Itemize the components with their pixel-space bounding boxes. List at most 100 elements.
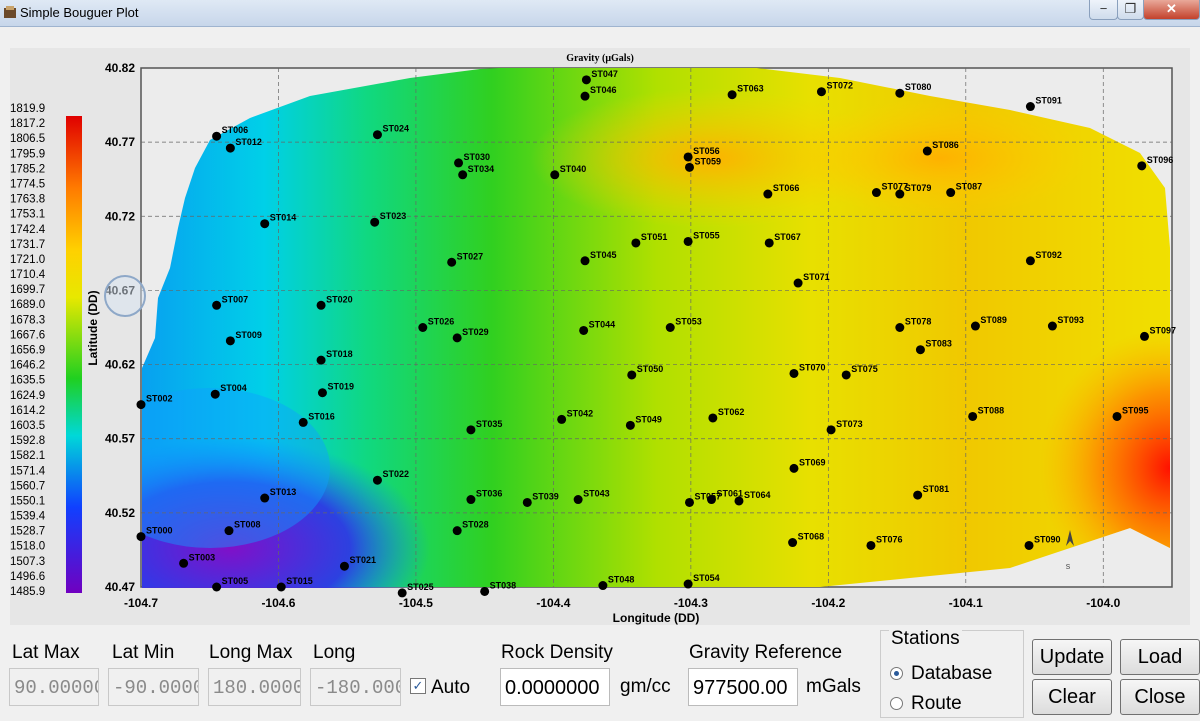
station-marker[interactable] bbox=[557, 414, 567, 424]
app-icon bbox=[4, 6, 16, 18]
station-marker[interactable] bbox=[210, 389, 220, 399]
maximize-button[interactable]: ❐ bbox=[1117, 0, 1144, 20]
station-label: ST095 bbox=[1122, 405, 1149, 415]
gravity-reference-field[interactable]: 977500.00 bbox=[688, 668, 798, 706]
station-marker[interactable] bbox=[454, 158, 464, 168]
station-marker[interactable] bbox=[466, 495, 476, 505]
route-radio[interactable] bbox=[890, 697, 903, 710]
update-button[interactable]: Update bbox=[1032, 639, 1112, 675]
station-marker[interactable] bbox=[276, 582, 286, 592]
station-marker[interactable] bbox=[598, 581, 608, 591]
station-marker[interactable] bbox=[683, 152, 693, 162]
lat-min-field[interactable]: -90.0000 bbox=[108, 668, 199, 706]
station-marker[interactable] bbox=[895, 189, 905, 199]
station-marker[interactable] bbox=[225, 143, 235, 153]
station-marker[interactable] bbox=[683, 579, 693, 589]
station-marker[interactable] bbox=[968, 411, 978, 421]
station-marker[interactable] bbox=[339, 561, 349, 571]
station-marker[interactable] bbox=[683, 236, 693, 246]
station-marker[interactable] bbox=[225, 336, 235, 346]
long-min-field[interactable]: -180.000 bbox=[310, 668, 401, 706]
station-marker[interactable] bbox=[1137, 161, 1147, 171]
long-max-field[interactable]: 180.0000 bbox=[208, 668, 301, 706]
station-marker[interactable] bbox=[372, 475, 382, 485]
station-marker[interactable] bbox=[316, 355, 326, 365]
colorbar-label: 1560.7 bbox=[10, 480, 45, 492]
station-marker[interactable] bbox=[1140, 331, 1150, 341]
station-marker[interactable] bbox=[212, 582, 222, 592]
station-marker[interactable] bbox=[841, 370, 851, 380]
close-button[interactable]: Close bbox=[1120, 679, 1200, 715]
station-marker[interactable] bbox=[789, 368, 799, 378]
station-marker[interactable] bbox=[763, 189, 773, 199]
lat-max-field[interactable]: 90.000000 bbox=[9, 668, 99, 706]
station-marker[interactable] bbox=[913, 490, 923, 500]
station-marker[interactable] bbox=[372, 130, 382, 140]
station-marker[interactable] bbox=[224, 526, 234, 536]
station-marker[interactable] bbox=[631, 238, 641, 248]
station-marker[interactable] bbox=[871, 188, 881, 198]
station-marker[interactable] bbox=[706, 495, 716, 505]
station-marker[interactable] bbox=[179, 558, 189, 568]
station-marker[interactable] bbox=[212, 131, 222, 141]
station-marker[interactable] bbox=[970, 321, 980, 331]
rock-density-field[interactable]: 0.0000000 bbox=[500, 668, 610, 706]
station-marker[interactable] bbox=[866, 540, 876, 550]
station-marker[interactable] bbox=[480, 586, 490, 596]
station-marker[interactable] bbox=[580, 91, 590, 101]
station-marker[interactable] bbox=[136, 400, 146, 410]
station-marker[interactable] bbox=[298, 417, 308, 427]
station-marker[interactable] bbox=[788, 538, 798, 548]
close-window-button[interactable]: ✕ bbox=[1143, 0, 1200, 20]
station-marker[interactable] bbox=[317, 388, 327, 398]
station-marker[interactable] bbox=[946, 188, 956, 198]
clear-button[interactable]: Clear bbox=[1032, 679, 1112, 715]
station-marker[interactable] bbox=[627, 370, 637, 380]
station-marker[interactable] bbox=[708, 413, 718, 423]
station-marker[interactable] bbox=[734, 496, 744, 506]
station-marker[interactable] bbox=[764, 238, 774, 248]
station-marker[interactable] bbox=[452, 526, 462, 536]
station-marker[interactable] bbox=[684, 497, 694, 507]
station-marker[interactable] bbox=[550, 170, 560, 180]
station-marker[interactable] bbox=[1047, 321, 1057, 331]
station-marker[interactable] bbox=[580, 256, 590, 266]
station-marker[interactable] bbox=[1024, 540, 1034, 550]
station-marker[interactable] bbox=[212, 300, 222, 310]
station-marker[interactable] bbox=[826, 425, 836, 435]
station-marker[interactable] bbox=[581, 75, 591, 85]
database-radio[interactable] bbox=[890, 667, 903, 680]
station-marker[interactable] bbox=[260, 493, 270, 503]
station-marker[interactable] bbox=[1112, 411, 1122, 421]
station-marker[interactable] bbox=[1025, 256, 1035, 266]
station-marker[interactable] bbox=[922, 146, 932, 156]
station-marker[interactable] bbox=[522, 497, 532, 507]
station-marker[interactable] bbox=[458, 170, 468, 180]
station-marker[interactable] bbox=[895, 323, 905, 332]
station-marker[interactable] bbox=[793, 278, 803, 288]
station-marker[interactable] bbox=[573, 495, 583, 505]
station-marker[interactable] bbox=[452, 333, 462, 343]
station-marker[interactable] bbox=[136, 532, 146, 542]
station-label: ST042 bbox=[567, 408, 594, 418]
station-marker[interactable] bbox=[579, 325, 589, 335]
station-marker[interactable] bbox=[370, 217, 380, 227]
station-marker[interactable] bbox=[1025, 102, 1035, 112]
station-marker[interactable] bbox=[260, 219, 270, 229]
station-marker[interactable] bbox=[684, 162, 694, 172]
station-marker[interactable] bbox=[665, 323, 675, 332]
auto-checkbox[interactable]: ✓ bbox=[410, 678, 426, 694]
load-button[interactable]: Load bbox=[1120, 639, 1200, 675]
station-marker[interactable] bbox=[816, 87, 826, 97]
station-marker[interactable] bbox=[789, 463, 799, 473]
station-marker[interactable] bbox=[316, 300, 326, 310]
minimize-button[interactable]: − bbox=[1089, 0, 1118, 20]
station-marker[interactable] bbox=[418, 323, 428, 332]
station-marker[interactable] bbox=[727, 90, 737, 100]
station-marker[interactable] bbox=[915, 345, 925, 355]
station-marker[interactable] bbox=[625, 420, 635, 430]
station-marker[interactable] bbox=[447, 257, 457, 267]
bouguer-heatmap[interactable]: Gravity (μGals) ST000 ST002 ST003 ST004 ST00… bbox=[10, 48, 1190, 625]
station-marker[interactable] bbox=[895, 88, 905, 98]
station-marker[interactable] bbox=[466, 425, 476, 435]
